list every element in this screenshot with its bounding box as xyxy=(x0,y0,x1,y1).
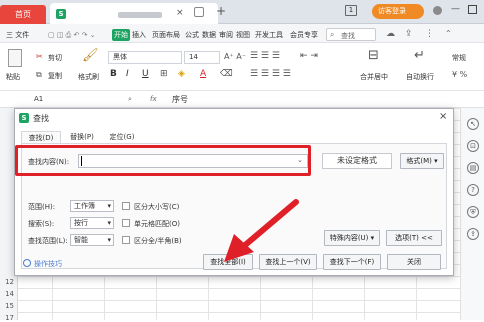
annotation-arrow xyxy=(224,199,299,262)
